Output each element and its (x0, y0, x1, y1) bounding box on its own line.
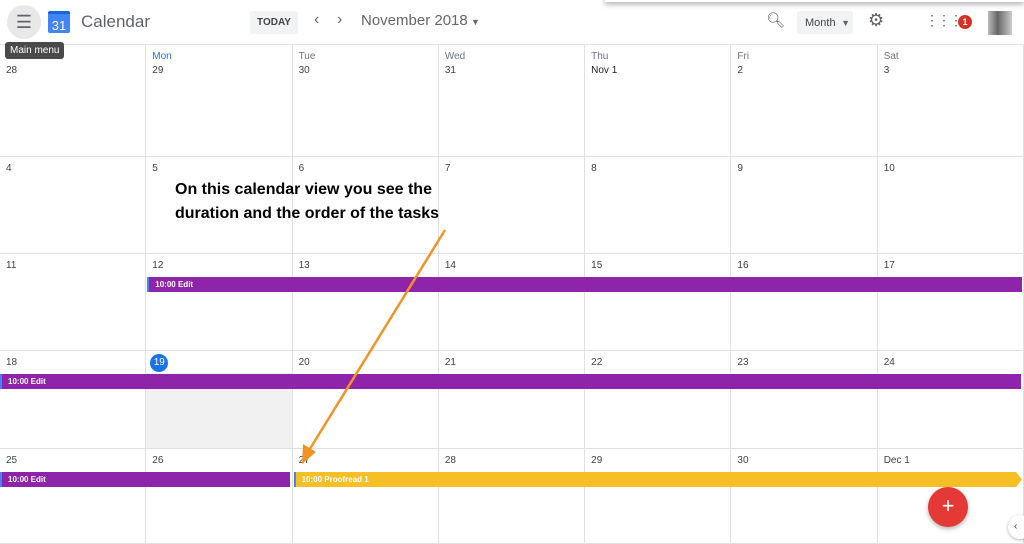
main-menu-tooltip: Main menu (5, 42, 65, 59)
annotation-arrow (302, 229, 447, 464)
